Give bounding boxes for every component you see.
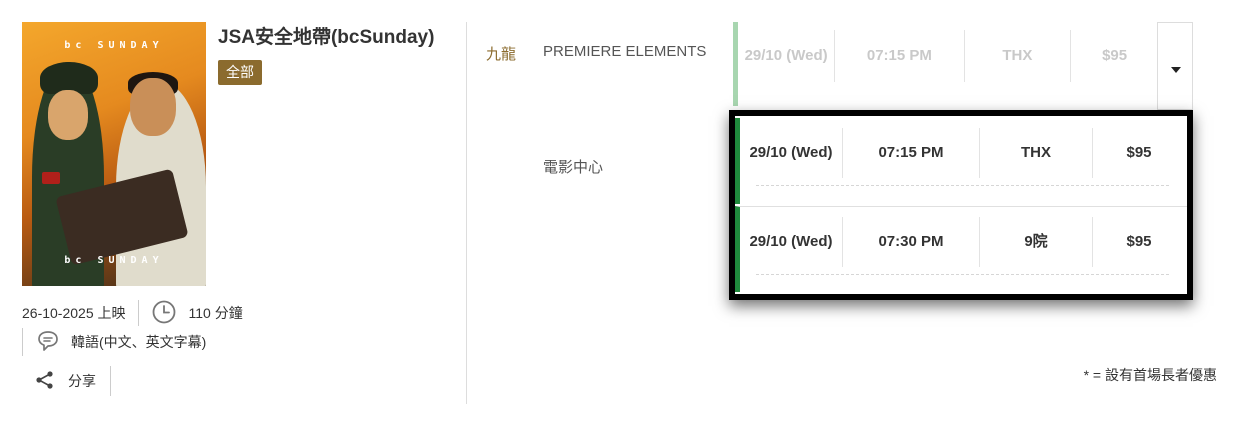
poster-brand-bottom: bc SUNDAY [64, 255, 164, 266]
session-date: 29/10 (Wed) [744, 47, 828, 64]
share-button[interactable]: 分享 [34, 366, 111, 396]
session-date: 29/10 (Wed) [749, 144, 833, 161]
poster-face-right [130, 78, 176, 136]
release-date: 26-10-2025 上映 [22, 305, 126, 321]
session-time: 07:15 PM [842, 128, 979, 178]
session-price: $95 [1070, 30, 1158, 82]
share-icon [34, 369, 56, 394]
poster-face-left [48, 90, 88, 140]
meta-language: 韓語(中文、英文字幕) [22, 328, 206, 356]
meta-divider [110, 366, 111, 396]
caret-down-icon [1171, 67, 1181, 73]
session-date: 29/10 (Wed) [749, 233, 833, 250]
row-dashed-divider [756, 185, 1169, 186]
session-option[interactable]: 29/10 (Wed) 07:15 PM THX $95 [735, 118, 1187, 204]
session-time: 07:15 PM [834, 30, 963, 82]
cinema-name[interactable]: 電影中心 [543, 156, 603, 177]
speech-bubble-icon [35, 328, 61, 357]
session-price: $95 [1092, 217, 1185, 267]
movie-poster: bc SUNDAY bc SUNDAY [22, 22, 206, 286]
cinema-name[interactable]: PREMIERE ELEMENTS [543, 43, 706, 60]
session-dropdown-panel: 29/10 (Wed) 07:15 PM THX $95 29/10 (Wed)… [729, 110, 1193, 300]
category-tag[interactable]: 全部 [218, 60, 262, 85]
movie-title: JSA安全地帶(bcSunday) [218, 27, 435, 48]
movie-detail-page: bc SUNDAY bc SUNDAY JSA安全地帶(bcSunday) 全部… [0, 0, 1241, 429]
region-label: 九龍 [486, 46, 517, 63]
poster-badge [42, 172, 60, 184]
poster-brand-top: bc SUNDAY [64, 40, 164, 51]
clock-icon [151, 299, 177, 328]
language: 韓語(中文、英文字幕) [71, 334, 207, 350]
column-divider [466, 22, 467, 404]
duration: 110 分鐘 [188, 305, 243, 321]
senior-discount-note: * = 設有首場長者優惠 [1083, 367, 1217, 383]
session-time: 07:30 PM [842, 217, 979, 267]
session-price: $95 [1092, 128, 1185, 178]
session-house: 9院 [979, 217, 1092, 267]
meta-divider [22, 328, 23, 356]
row-dashed-divider [756, 274, 1169, 275]
session-option[interactable]: 29/10 (Wed) 07:30 PM 9院 $95 [735, 206, 1187, 292]
meta-divider [137, 300, 139, 326]
session-selector[interactable]: 29/10 (Wed) 07:15 PM THX $95 [733, 22, 1158, 114]
share-label: 分享 [68, 373, 96, 389]
session-house: THX [963, 30, 1071, 82]
session-house: THX [979, 128, 1092, 178]
meta-release-duration: 26-10-2025 上映 110 分鐘 [22, 300, 243, 326]
session-dropdown-button[interactable] [1157, 22, 1193, 110]
